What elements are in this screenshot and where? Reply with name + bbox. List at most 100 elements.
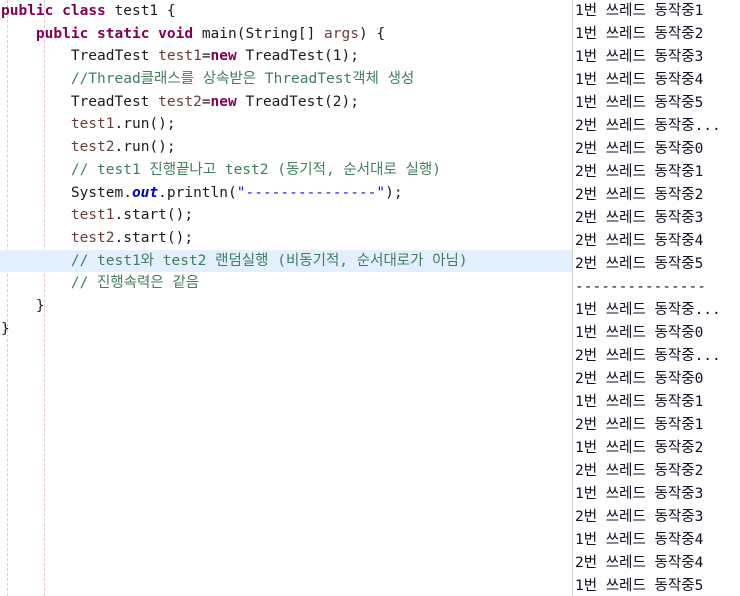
code-line[interactable]: // 진행속력은 같음	[0, 272, 572, 295]
code-token-fieldvar: test2	[70, 139, 115, 156]
console-output-line: 2번 쓰레드 동작중5	[575, 256, 704, 272]
code-line[interactable]: }	[0, 295, 572, 318]
code-token-plain: .run();	[114, 116, 176, 133]
code-token-plain: System.	[70, 184, 132, 201]
code-line[interactable]: test2.start();	[0, 227, 572, 250]
console-output-line: 1번 쓰레드 동작중...	[575, 302, 721, 318]
console-output-line: 1번 쓰레드 동작중1	[575, 3, 704, 19]
code-line[interactable]: public static void main(String[] args) {	[0, 23, 572, 46]
code-editor-pane[interactable]: public class test1 { public static void …	[0, 0, 572, 596]
console-output-line: 1번 쓰레드 동작중0	[575, 325, 704, 341]
console-output-line: 2번 쓰레드 동작중0	[575, 371, 704, 387]
code-token-fieldvar: test1	[70, 207, 115, 224]
code-token-plain: .println(	[158, 184, 237, 201]
code-token-fieldvar: args	[324, 25, 359, 42]
code-token-kw: new	[210, 93, 237, 110]
ide-window: public class test1 { public static void …	[0, 0, 740, 596]
code-token-plain: main(String[]	[193, 25, 325, 42]
console-output-line: 1번 쓰레드 동작중1	[575, 394, 704, 410]
code-token-plain: TreadTest(1);	[236, 48, 359, 65]
code-token-plain: TreadTest	[70, 48, 159, 65]
console-line-list: 1번 쓰레드 동작중1 1번 쓰레드 동작중2 1번 쓰레드 동작중3 1번 쓰레드 …	[575, 0, 740, 596]
code-token-cmt: //Thread클래스를 상속받은 ThreadTest객체 생성	[70, 71, 415, 88]
code-line[interactable]: // test1와 test2 랜덤실행 (비동기적, 순서대로가 아님)	[0, 249, 572, 273]
code-token-plain: }	[1, 320, 10, 337]
console-output-line: 1번 쓰레드 동작중2	[575, 26, 704, 42]
code-line[interactable]: //Thread클래스를 상속받은 ThreadTest객체 생성	[0, 68, 572, 91]
code-token-kw: void	[158, 25, 194, 42]
code-line[interactable]: test1.run();	[0, 113, 572, 136]
console-output-line: 2번 쓰레드 동작중3	[575, 509, 704, 525]
console-output-line: 2번 쓰레드 동작중0	[575, 141, 704, 157]
code-token-plain: ) {	[358, 25, 386, 42]
console-output-line: 1번 쓰레드 동작중4	[575, 532, 704, 548]
console-separator-line: ---------------	[575, 279, 706, 295]
console-output-line: 1번 쓰레드 동작중3	[575, 49, 704, 65]
console-output-line: 2번 쓰레드 동작중1	[575, 417, 704, 433]
code-token-plain: );	[385, 184, 403, 201]
code-line[interactable]: test2.run();	[0, 136, 572, 159]
console-output-line: 2번 쓰레드 동작중4	[575, 555, 704, 571]
code-token-plain: TreadTest(2);	[236, 93, 359, 110]
code-token-fieldvar: test1	[158, 48, 202, 65]
code-line[interactable]: TreadTest test1=new TreadTest(1);	[0, 45, 572, 68]
console-output-line: 1번 쓰레드 동작중4	[575, 72, 704, 88]
code-line[interactable]: test1.start();	[0, 204, 572, 227]
code-line[interactable]: }	[0, 318, 572, 341]
console-output-line: 2번 쓰레드 동작중1	[575, 164, 704, 180]
code-token-plain: test1 {	[105, 3, 176, 19]
code-token-plain: =	[201, 48, 211, 65]
console-output-line: 2번 쓰레드 동작중...	[575, 118, 721, 134]
code-token-fieldvar: test2	[70, 229, 115, 246]
code-token-fieldvar: test2	[158, 93, 202, 110]
console-output-line: 2번 쓰레드 동작중3	[575, 210, 704, 226]
code-token-plain: =	[201, 93, 211, 110]
console-output-line: 1번 쓰레드 동작중5	[575, 578, 704, 594]
code-token-kw: static	[97, 25, 150, 42]
code-token-plain: .run();	[114, 139, 176, 156]
console-output-line: 1번 쓰레드 동작중3	[575, 486, 704, 502]
console-output-line: 2번 쓰레드 동작중4	[575, 233, 704, 249]
code-line-list: public class test1 { public static void …	[0, 0, 572, 340]
code-token-cmt: // 진행속력은 같음	[70, 275, 200, 292]
code-line[interactable]: // test1 진행끝나고 test2 (동기적, 순서대로 실행)	[0, 159, 572, 182]
code-token-plain: }	[35, 297, 45, 314]
code-line[interactable]: TreadTest test2=new TreadTest(2);	[0, 91, 572, 114]
code-token-cmt: // test1 진행끝나고 test2 (동기적, 순서대로 실행)	[70, 161, 441, 178]
code-token-fieldvar: test1	[70, 116, 115, 133]
code-line[interactable]: public class test1 {	[0, 0, 572, 23]
console-output-pane[interactable]: 1번 쓰레드 동작중1 1번 쓰레드 동작중2 1번 쓰레드 동작중3 1번 쓰레드 …	[573, 0, 740, 596]
code-token-cmt: // test1와 test2 랜덤실행 (비동기적, 순서대로가 아님)	[70, 252, 468, 269]
code-token-kw: public	[1, 3, 54, 19]
code-token-plain: TreadTest	[70, 93, 159, 110]
code-token-statfld: out	[131, 184, 159, 201]
code-token-plain: .start();	[114, 229, 194, 246]
code-token-kw: class	[62, 3, 106, 19]
console-output-line: 2번 쓰레드 동작중...	[575, 348, 721, 364]
code-token-kw: public	[35, 25, 89, 42]
console-output-line: 1번 쓰레드 동작중5	[575, 95, 704, 111]
code-token-kw: new	[210, 48, 237, 65]
console-output-line: 2번 쓰레드 동작중2	[575, 187, 704, 203]
console-output-line: 1번 쓰레드 동작중2	[575, 440, 704, 456]
console-output-line: 2번 쓰레드 동작중2	[575, 463, 704, 479]
code-token-str: "---------------"	[236, 184, 386, 201]
code-token-plain: .start();	[114, 207, 194, 224]
code-line[interactable]: System.out.println("---------------");	[0, 182, 572, 205]
